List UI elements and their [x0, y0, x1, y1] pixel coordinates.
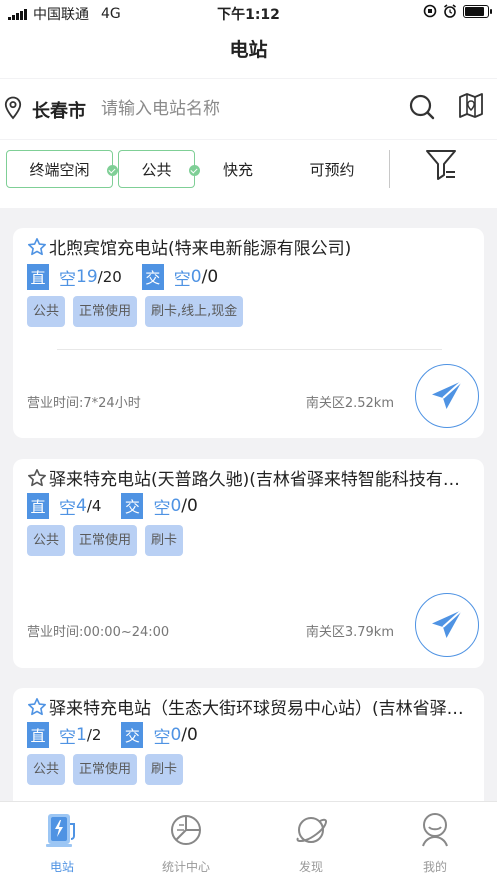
filter-funnel-icon[interactable] — [424, 146, 458, 182]
dc-total: /2 — [86, 726, 102, 744]
dc-badge: 直 — [27, 264, 49, 290]
ac-free-label: 空 — [153, 498, 171, 519]
check-icon — [189, 165, 200, 176]
filter-public[interactable]: 公共 — [118, 150, 200, 188]
filter-fast-charge[interactable]: 快充 — [205, 150, 271, 188]
ac-free-label: 空 — [173, 269, 191, 290]
alarm-icon — [444, 4, 456, 18]
search-bar: 长春市 — [0, 79, 497, 139]
filter-label: 终端空闲 — [29, 160, 90, 179]
divider — [57, 349, 442, 350]
dc-free-count: 1 — [76, 725, 87, 745]
tab-label: 发现 — [298, 860, 323, 874]
tab-bar: 电站 统计中心 发现 我的 — [0, 801, 497, 884]
business-hours: 营业时间:00:00~24:00 — [27, 625, 170, 640]
station-name: 北煦宾馆充电站(特来电新能源有限公司) — [49, 239, 352, 259]
dc-free-count: 19 — [76, 267, 98, 287]
charger-availability: 直 空 1/2 交 空 0/0 — [27, 722, 198, 748]
station-title: 驿来特充电站（生态大街环球贸易中心站）(吉林省驿来特智能科技有限公司) — [27, 694, 467, 719]
station-title: 驿来特充电站(天普路久驰)(吉林省驿来特智能科技有限公司) — [27, 465, 467, 490]
dc-free-label: 空 — [59, 269, 76, 290]
dc-free-label: 空 — [59, 727, 76, 748]
dc-total: /20 — [97, 268, 122, 286]
ac-total: /0 — [181, 725, 198, 745]
ac-free-count: 0 — [170, 496, 182, 516]
ac-badge: 交 — [121, 493, 144, 519]
filter-bar: 终端空闲 公共 快充 可预约 — [0, 140, 497, 208]
ac-badge: 交 — [141, 264, 164, 290]
tag: 正常使用 — [73, 296, 138, 327]
dc-total: /4 — [86, 497, 102, 515]
navigate-button[interactable] — [415, 593, 479, 657]
search-icon[interactable] — [408, 93, 436, 121]
check-icon — [107, 165, 118, 176]
filter-idle-terminal[interactable]: 终端空闲 — [6, 150, 118, 188]
station-search-input[interactable] — [101, 95, 391, 123]
station-card[interactable]: 北煦宾馆充电站(特来电新能源有限公司) 直 空 19/20 交 空 0/0 公共 正… — [13, 228, 484, 438]
ac-free-count: 0 — [170, 725, 182, 745]
filter-label: 快充 — [222, 160, 253, 179]
filter-label: 公共 — [141, 160, 172, 179]
user-icon — [422, 813, 448, 847]
charger-availability: 直 空 4/4 交 空 0/0 — [27, 493, 198, 519]
station-name: 驿来特充电站(天普路久驰)(吉林省驿来特智能科技有限公司) — [49, 470, 467, 490]
tag: 正常使用 — [73, 754, 138, 785]
divider — [389, 150, 390, 188]
navigate-button[interactable] — [415, 364, 479, 428]
pie-chart-icon — [171, 815, 201, 845]
ac-total: /0 — [201, 267, 219, 287]
tag: 正常使用 — [73, 525, 138, 556]
station-distance: 南关区3.79km — [305, 625, 394, 640]
tab-label: 电站 — [49, 860, 74, 874]
status-bar: 中国联通 4G 下午1:12 — [0, 0, 497, 26]
tab-label: 我的 — [422, 860, 447, 874]
paper-plane-icon — [432, 380, 463, 409]
charging-station-icon — [46, 814, 75, 847]
station-name: 驿来特充电站（生态大街环球贸易中心站）(吉林省驿来特智能科技有限公司) — [49, 699, 467, 719]
station-tags: 公共 正常使用 刷卡 — [27, 525, 184, 556]
tab-label: 统计中心 — [161, 860, 210, 874]
dc-free-label: 空 — [59, 498, 76, 519]
ac-free-label: 空 — [153, 727, 171, 748]
filter-reservable[interactable]: 可预约 — [291, 150, 373, 188]
dc-badge: 直 — [27, 722, 49, 748]
star-favorite-icon[interactable] — [27, 697, 47, 717]
tag: 刷卡 — [145, 754, 184, 785]
star-favorite-icon[interactable] — [27, 237, 47, 257]
station-tags: 公共 正常使用 刷卡 — [27, 754, 184, 785]
nav-bar: 电站 — [0, 26, 497, 78]
page-title: 电站 — [229, 39, 268, 61]
orientation-lock-icon — [423, 4, 437, 18]
filter-label: 可预约 — [309, 160, 355, 179]
tag: 刷卡,线上,现金 — [145, 296, 244, 327]
city-selector[interactable]: 长春市 — [32, 97, 86, 123]
dc-free-count: 4 — [76, 496, 87, 516]
map-icon[interactable] — [458, 91, 484, 121]
location-pin-icon — [4, 96, 22, 120]
station-distance: 南关区2.52km — [305, 396, 394, 411]
ac-total: /0 — [181, 496, 198, 516]
planet-icon — [296, 817, 328, 843]
tag: 公共 — [27, 296, 66, 327]
battery-icon — [463, 4, 492, 18]
star-favorite-icon[interactable] — [27, 468, 47, 488]
ac-badge: 交 — [121, 722, 144, 748]
station-title: 北煦宾馆充电站(特来电新能源有限公司) — [27, 234, 467, 259]
dc-badge: 直 — [27, 493, 49, 519]
paper-plane-icon — [432, 609, 463, 638]
tag: 公共 — [27, 754, 66, 785]
business-hours: 营业时间:7*24小时 — [27, 396, 141, 411]
ac-free-count: 0 — [190, 267, 202, 287]
charger-availability: 直 空 19/20 交 空 0/0 — [27, 264, 218, 290]
tag: 公共 — [27, 525, 66, 556]
station-tags: 公共 正常使用 刷卡,线上,现金 — [27, 296, 244, 327]
station-card[interactable]: 驿来特充电站(天普路久驰)(吉林省驿来特智能科技有限公司) 直 空 4/4 交 空… — [13, 459, 484, 668]
tag: 刷卡 — [145, 525, 184, 556]
